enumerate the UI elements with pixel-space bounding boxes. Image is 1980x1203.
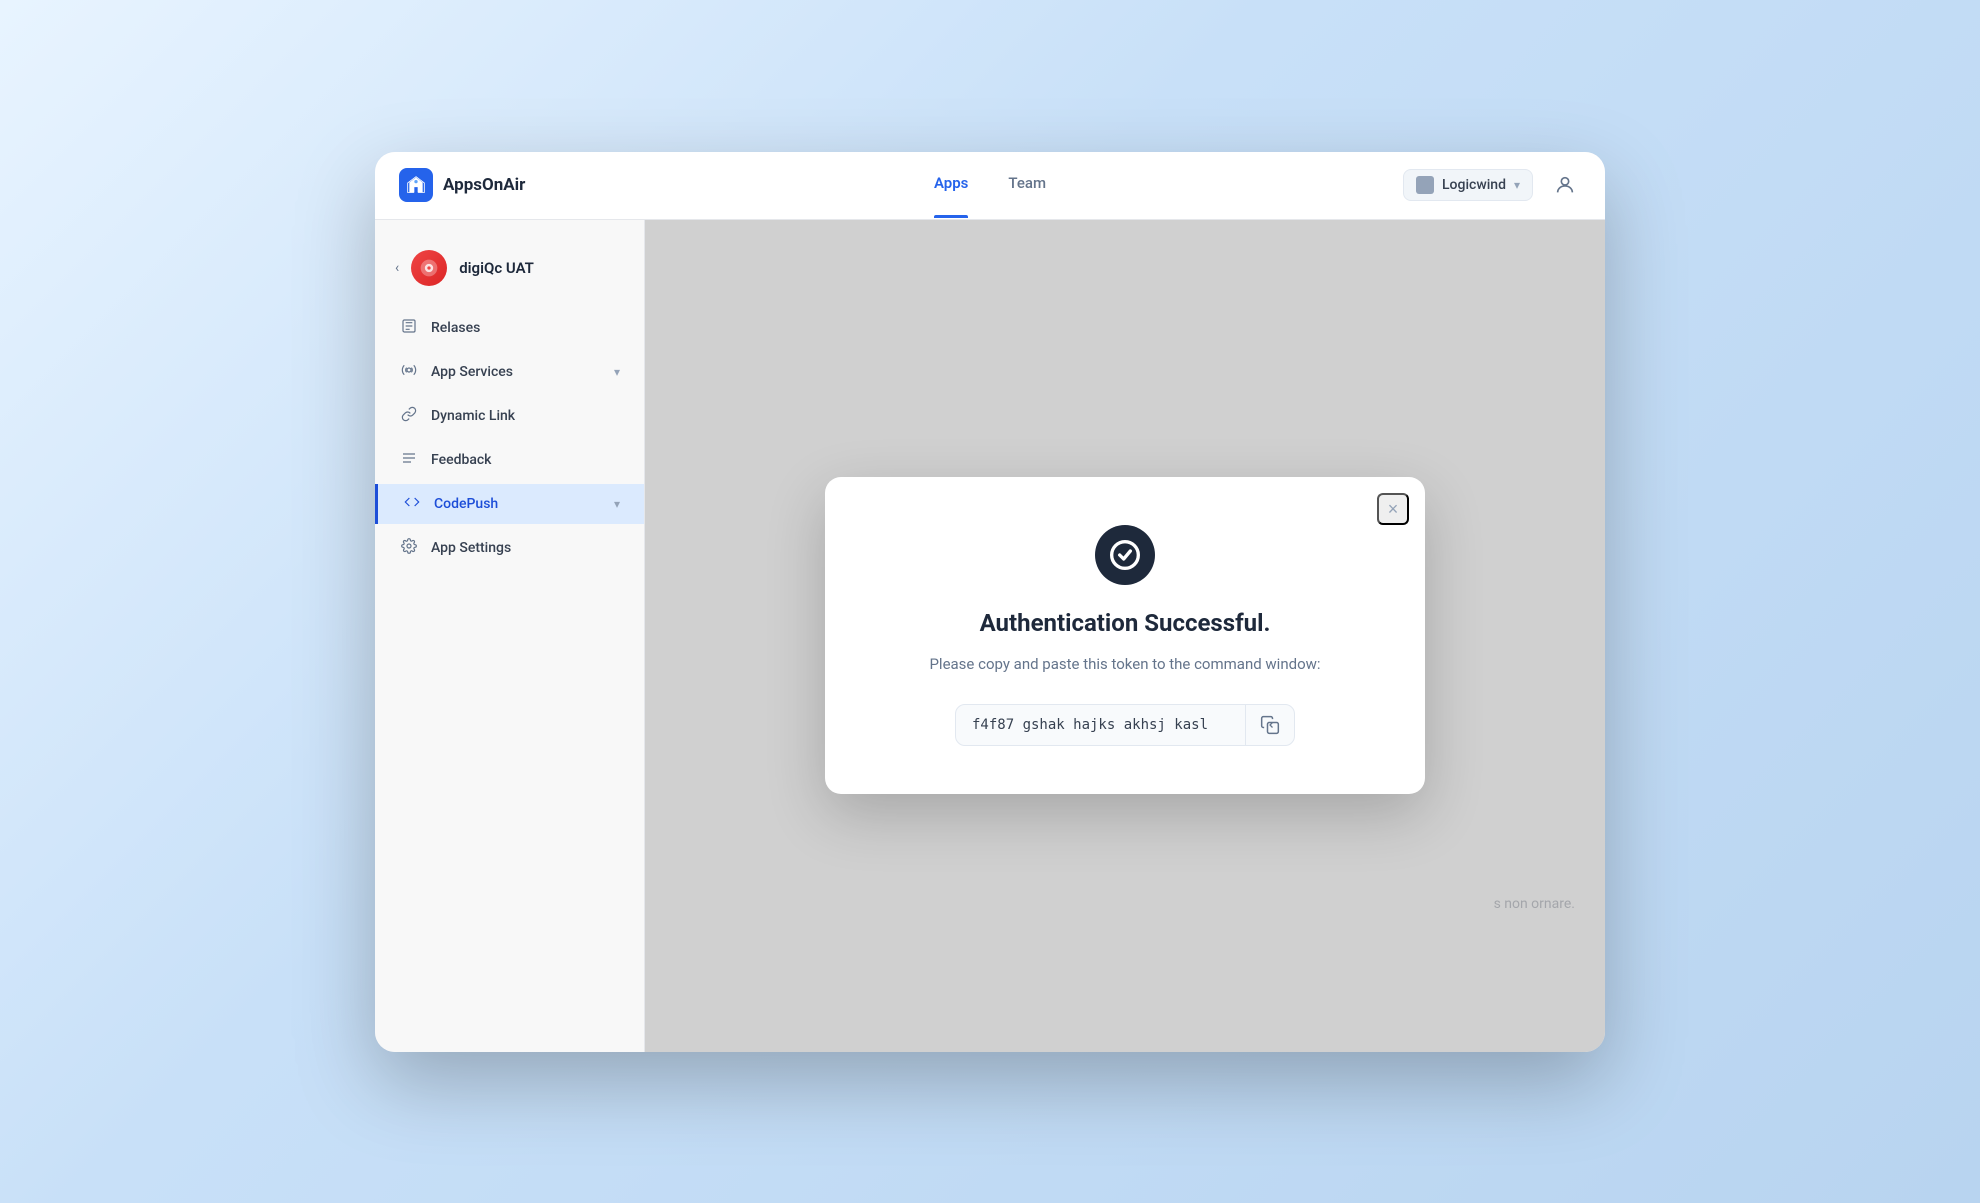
success-icon xyxy=(1095,525,1155,585)
close-icon: × xyxy=(1388,499,1399,520)
nav-apps[interactable]: Apps xyxy=(934,174,968,196)
workspace-name: Logicwind xyxy=(1442,177,1506,193)
codepush-icon xyxy=(402,494,422,514)
sidebar-item-app-settings[interactable]: App Settings xyxy=(375,528,644,568)
sidebar-item-dynamic-link[interactable]: Dynamic Link xyxy=(375,396,644,436)
releases-label: Relases xyxy=(431,320,480,336)
modal-wrapper: × Authentication Successful. Please copy… xyxy=(645,220,1605,1052)
auth-success-modal: × Authentication Successful. Please copy… xyxy=(825,477,1425,794)
app-settings-icon xyxy=(399,538,419,558)
user-profile-button[interactable] xyxy=(1549,169,1581,201)
nav-team[interactable]: Team xyxy=(1008,174,1046,196)
workspace-icon xyxy=(1416,176,1434,194)
copy-token-button[interactable] xyxy=(1245,705,1294,745)
app-services-chevron-icon: ▾ xyxy=(614,365,620,379)
feedback-label: Feedback xyxy=(431,452,491,468)
main-content: ‹ digiQc UAT Relases xyxy=(375,220,1605,1052)
codepush-chevron-icon: ▾ xyxy=(614,497,620,511)
top-nav: Apps Team xyxy=(599,174,1381,196)
dynamic-link-icon xyxy=(399,406,419,426)
codepush-label: CodePush xyxy=(434,496,498,512)
feedback-icon xyxy=(399,450,419,470)
workspace-chevron-icon: ▾ xyxy=(1514,178,1520,192)
app-window: AppsOnAir Apps Team Logicwind ▾ xyxy=(375,152,1605,1052)
sidebar-item-app-services[interactable]: App Services ▾ xyxy=(375,352,644,392)
modal-title: Authentication Successful. xyxy=(980,609,1271,637)
sidebar: ‹ digiQc UAT Relases xyxy=(375,220,645,1052)
releases-icon xyxy=(399,318,419,338)
app-services-label: App Services xyxy=(431,364,513,380)
sidebar-back-button[interactable]: ‹ xyxy=(395,260,399,276)
sidebar-item-feedback[interactable]: Feedback xyxy=(375,440,644,480)
app-avatar xyxy=(411,250,447,286)
workspace-selector[interactable]: Logicwind ▾ xyxy=(1403,169,1533,201)
app-settings-label: App Settings xyxy=(431,540,511,556)
sidebar-item-releases[interactable]: Relases xyxy=(375,308,644,348)
sidebar-item-codepush[interactable]: CodePush ▾ xyxy=(375,484,644,524)
modal-description: Please copy and paste this token to the … xyxy=(929,653,1320,676)
top-bar: AppsOnAir Apps Team Logicwind ▾ xyxy=(375,152,1605,220)
app-services-icon xyxy=(399,362,419,382)
logo-icon xyxy=(399,168,433,202)
page-content: s non ornare. × Authenticatio xyxy=(645,220,1605,1052)
logo-text: AppsOnAir xyxy=(443,175,525,195)
logo-area: AppsOnAir xyxy=(399,168,599,202)
sidebar-app-name: digiQc UAT xyxy=(459,259,534,277)
sidebar-app-header: ‹ digiQc UAT xyxy=(375,240,644,296)
token-input[interactable] xyxy=(956,705,1245,745)
modal-close-button[interactable]: × xyxy=(1377,493,1409,525)
top-right: Logicwind ▾ xyxy=(1381,169,1581,201)
token-area xyxy=(955,704,1295,746)
dynamic-link-label: Dynamic Link xyxy=(431,408,515,424)
